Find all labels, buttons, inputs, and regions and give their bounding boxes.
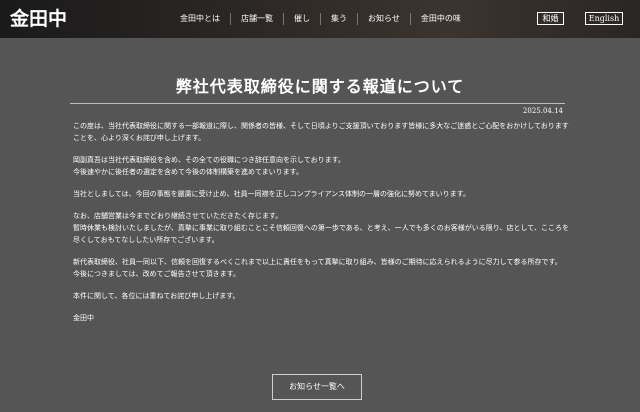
paragraph-resignation: 岡副真吾は当社代表取締役を含め、その全ての役職につき辞任意向を示しております。 … [73, 154, 570, 178]
nav-item-news[interactable]: お知らせ [358, 13, 411, 25]
site-logo[interactable]: 金田中 [10, 6, 67, 32]
main-nav: 金田中とは 店舗一覧 催し 集う お知らせ 金田中の味 [170, 11, 471, 27]
post-date: 2025.04.14 [522, 107, 563, 115]
nav-item-stores[interactable]: 店舗一覧 [231, 13, 284, 25]
nav-item-events[interactable]: 催し [284, 13, 321, 25]
nav-item-taste[interactable]: 金田中の味 [411, 13, 471, 25]
paragraph-apology: この度は、当社代表取締役に関する一部報道に際し、関係者の皆様、そして日頃よりご支… [73, 120, 570, 144]
paragraph-line: 当社としましては、今回の事態を厳粛に受け止め、社員一同襟を正しコンプライアンス体… [73, 190, 470, 198]
paragraph-commitment: 新代表取締役、社員一同以下、信頼を回復するべくこれまで以上に責任をもって真摯に取… [73, 256, 570, 280]
nav-item-gatherings[interactable]: 集う [321, 13, 358, 25]
paragraph-operations: なお、店舗営業は今までどおり継続させていただきたく存じます。 暫時休業も検討いた… [73, 210, 570, 246]
wedding-button[interactable]: 和婚 [537, 12, 564, 25]
site-header: 金田中 金田中とは 店舗一覧 催し 集う お知らせ 金田中の味 和婚 Engli… [0, 0, 640, 38]
paragraph-line: 暫時休業も検討いたしましたが、真摯に事業に取り組むことこそ信頼回復への第一歩であ… [73, 224, 569, 244]
title-divider [70, 103, 565, 104]
nav-item-about[interactable]: 金田中とは [170, 13, 231, 25]
paragraph-line: なお、店舗営業は今までどおり継続させていただきたく存じます。 [73, 212, 283, 220]
paragraph-line: 新代表取締役、社員一同以下、信頼を回復するべくこれまで以上に責任をもって真摯に取… [73, 258, 562, 266]
english-button[interactable]: English [585, 12, 623, 25]
paragraph-line: 今後速やかに後任者の選定を含めて今後の体制構築を進めてまいります。 [73, 168, 303, 176]
signature: 金田中 [73, 312, 570, 324]
paragraph-line: 岡副真吾は当社代表取締役を含め、その全ての役職につき辞任意向を示しております。 [73, 156, 345, 164]
paragraph-line: この度は、当社代表取締役に関する一部報道に際し、関係者の皆様、そして日頃よりご支… [73, 122, 569, 142]
article-body: この度は、当社代表取締役に関する一部報道に際し、関係者の皆様、そして日頃よりご支… [73, 120, 570, 334]
paragraph-compliance: 当社としましては、今回の事態を厳粛に受け止め、社員一同襟を正しコンプライアンス体… [73, 188, 570, 200]
paragraph-line: 今後につきましては、改めてご報告させて頂きます。 [73, 270, 240, 278]
paragraph-closing: 本件に関して、各位には重ねてお詫び申し上げます。 [73, 290, 570, 302]
page-title: 弊社代表取締役に関する報道について [175, 77, 465, 96]
news-list-button[interactable]: お知らせ一覧へ [272, 374, 362, 400]
paragraph-line: 本件に関して、各位には重ねてお詫び申し上げます。 [73, 292, 240, 300]
signature-name: 金田中 [73, 314, 94, 322]
